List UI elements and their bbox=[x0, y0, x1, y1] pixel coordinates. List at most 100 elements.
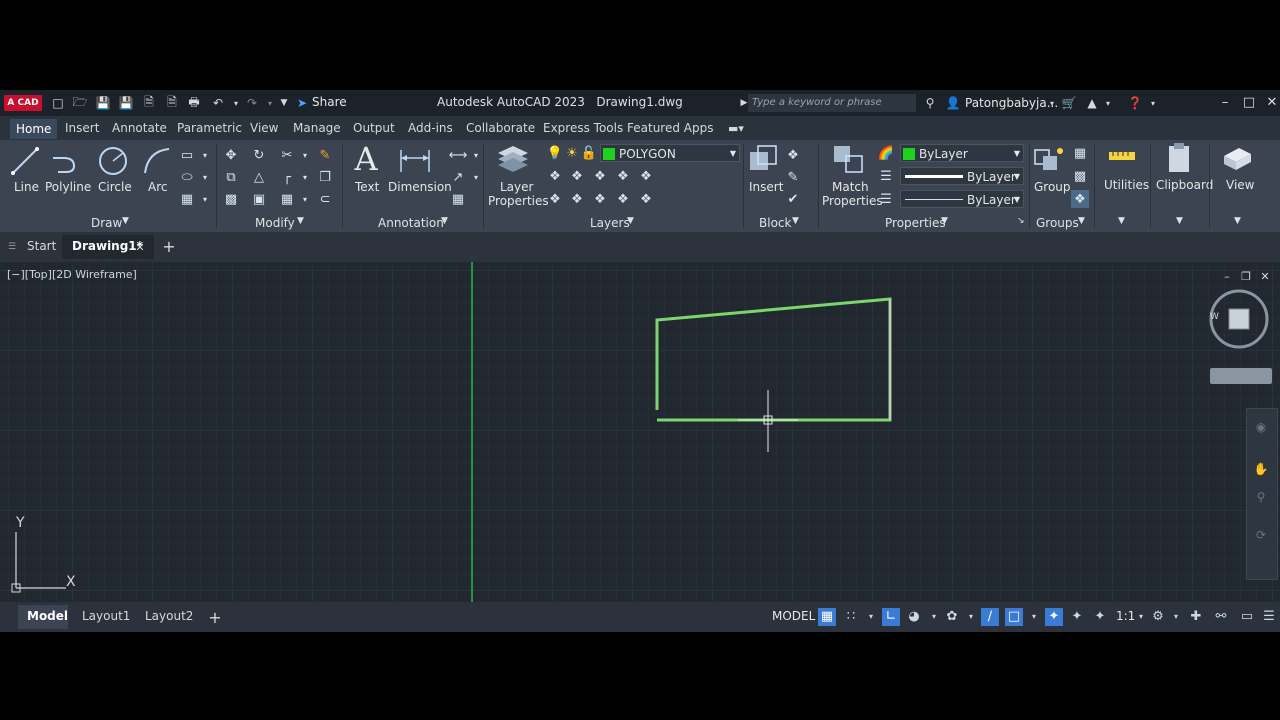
tab-view[interactable]: View bbox=[250, 121, 278, 135]
clipboard-dropdown-icon[interactable]: ▼ bbox=[1176, 216, 1183, 226]
ellipse-icon[interactable]: ⬭ bbox=[178, 168, 196, 186]
grid-icon[interactable]: ▦ bbox=[818, 608, 836, 626]
trim-dropdown-icon[interactable]: ▾ bbox=[296, 146, 314, 164]
group-edit-icon[interactable]: ▩ bbox=[1071, 167, 1089, 185]
workspace-gear-icon[interactable]: ⚙ bbox=[1149, 608, 1167, 626]
layer-unlock-icon[interactable]: 🔓 bbox=[580, 144, 598, 162]
view-dropdown-icon[interactable]: ▼ bbox=[1234, 216, 1241, 226]
tab-parametric[interactable]: Parametric bbox=[177, 121, 242, 135]
save-to-web-icon[interactable]: 🗎 bbox=[164, 95, 180, 111]
draw-panel-label[interactable]: Draw bbox=[91, 216, 122, 230]
customize-toolbar-icon[interactable]: ▼ bbox=[276, 95, 292, 111]
ungroup-icon[interactable]: ▦ bbox=[1071, 144, 1089, 162]
layer-tool-icon[interactable]: ❖ bbox=[546, 190, 564, 208]
mirror-icon[interactable]: △ bbox=[250, 168, 268, 186]
layer-tool-icon[interactable]: ❖ bbox=[568, 167, 586, 185]
open-from-web-icon[interactable]: 🗎 bbox=[141, 95, 157, 111]
insert-button[interactable]: Insert bbox=[749, 180, 783, 194]
polar-tracking-icon[interactable]: ◕ bbox=[905, 608, 923, 626]
leader-icon[interactable]: ↗ bbox=[449, 168, 467, 186]
layer-tool-icon[interactable]: ❖ bbox=[591, 167, 609, 185]
lineweight-dropdown[interactable]: ByLayer ▼ bbox=[900, 167, 1024, 185]
tab-insert[interactable]: Insert bbox=[65, 121, 99, 135]
view-button[interactable]: View bbox=[1226, 178, 1254, 192]
scale-dropdown-icon[interactable]: ▾ bbox=[1132, 608, 1150, 626]
lineweight-icon[interactable]: ☰ bbox=[877, 167, 895, 185]
layer-tool-icon[interactable]: ❖ bbox=[637, 190, 655, 208]
group-button[interactable]: Group bbox=[1034, 180, 1071, 194]
save-icon[interactable]: 💾 bbox=[95, 95, 111, 111]
tab-express-tools[interactable]: Express Tools bbox=[543, 121, 623, 135]
workspace-dropdown-icon[interactable]: ▾ bbox=[1167, 608, 1185, 626]
fillet-dropdown-icon[interactable]: ▾ bbox=[296, 168, 314, 186]
hatch-dropdown-icon[interactable]: ▾ bbox=[196, 190, 214, 208]
annotation-panel-label[interactable]: Annotation bbox=[378, 216, 444, 230]
autodesk-a360-icon[interactable]: ▲ bbox=[1084, 95, 1100, 111]
search-input[interactable]: Type a keyword or phrase bbox=[748, 94, 916, 112]
close-tab-icon[interactable]: ✕ bbox=[132, 239, 148, 255]
zoom-icon[interactable]: ⚲ bbox=[1253, 489, 1269, 505]
tab-output[interactable]: Output bbox=[353, 121, 395, 135]
maximize-icon[interactable]: □ bbox=[1239, 93, 1259, 113]
steering-wheel-icon[interactable]: ◉ bbox=[1253, 419, 1269, 435]
viewport-close-icon[interactable]: ✕ bbox=[1257, 268, 1273, 284]
save-as-icon[interactable]: 💾 bbox=[118, 95, 134, 111]
file-tab-start[interactable]: Start bbox=[27, 239, 56, 253]
cart-icon[interactable]: 🛒 bbox=[1061, 95, 1077, 111]
layer-tool-icon[interactable]: ❖ bbox=[568, 190, 586, 208]
fillet-icon[interactable]: ┌ bbox=[278, 168, 296, 186]
color-wheel-icon[interactable]: 🌈 bbox=[877, 144, 895, 162]
layers-panel-dropdown-icon[interactable]: ▼ bbox=[627, 216, 634, 226]
copy-icon[interactable]: ⧉ bbox=[222, 168, 240, 186]
groups-panel-dropdown-icon[interactable]: ▼ bbox=[1078, 216, 1085, 226]
modify-panel-dropdown-icon[interactable]: ▼ bbox=[297, 216, 304, 226]
user-dropdown-icon[interactable]: ▾ bbox=[1044, 95, 1060, 111]
edit-block-icon[interactable]: ✎ bbox=[784, 168, 802, 186]
linear-dimension-icon[interactable]: ⟷ bbox=[449, 146, 468, 164]
ortho-icon[interactable]: ∟ bbox=[882, 608, 900, 626]
annotation-visibility-icon[interactable]: ✦ bbox=[1045, 608, 1063, 626]
ribbon-toggle-icon[interactable]: ▬▾ bbox=[728, 120, 744, 136]
layers-panel-label[interactable]: Layers bbox=[590, 216, 630, 230]
layer-on-icon[interactable]: 💡 bbox=[546, 144, 564, 162]
add-layout-icon[interactable]: + bbox=[207, 608, 223, 627]
share-icon[interactable]: ➤ bbox=[294, 95, 310, 111]
move-icon[interactable]: ✥ bbox=[222, 146, 240, 164]
color-dropdown[interactable]: ByLayer ▼ bbox=[900, 144, 1024, 162]
layer-tool-icon[interactable]: ❖ bbox=[591, 190, 609, 208]
drawn-polygon[interactable] bbox=[655, 297, 892, 422]
isodraft-icon[interactable]: ✿ bbox=[943, 608, 961, 626]
viewcube[interactable]: W bbox=[1208, 288, 1270, 350]
viewport-minimize-icon[interactable]: – bbox=[1219, 268, 1235, 284]
text-button[interactable]: Text bbox=[355, 180, 379, 194]
help-icon[interactable]: ❓ bbox=[1127, 95, 1143, 111]
undo-dropdown-icon[interactable]: ▾ bbox=[228, 95, 244, 111]
layer-tool-icon[interactable]: ❖ bbox=[637, 167, 655, 185]
layer-properties-label-2[interactable]: Properties bbox=[488, 194, 549, 208]
tab-annotate[interactable]: Annotate bbox=[112, 121, 167, 135]
modify-panel-label[interactable]: Modify bbox=[255, 216, 295, 230]
print-icon[interactable]: 🖶 bbox=[186, 95, 202, 111]
array-dropdown-icon[interactable]: ▾ bbox=[296, 190, 314, 208]
isodraft-dropdown-icon[interactable]: ▾ bbox=[962, 608, 980, 626]
dimension-button[interactable]: Dimension bbox=[388, 180, 452, 194]
circle-button[interactable]: Circle bbox=[98, 180, 132, 194]
user-icon[interactable]: 👤 bbox=[945, 95, 961, 111]
open-folder-icon[interactable]: 🗁 bbox=[72, 95, 88, 111]
arc-button[interactable]: Arc bbox=[148, 180, 167, 194]
linetype-dropdown[interactable]: ByLayer ▼ bbox=[900, 190, 1024, 208]
object-snap-dropdown-icon[interactable]: ▾ bbox=[1025, 608, 1043, 626]
utilities-button[interactable]: Utilities bbox=[1104, 178, 1149, 192]
tab-home[interactable]: Home bbox=[10, 119, 58, 139]
minimize-icon[interactable]: – bbox=[1215, 93, 1235, 113]
search-icon[interactable]: ⚲ bbox=[922, 95, 938, 111]
wcs-menu-icon[interactable] bbox=[1210, 368, 1272, 384]
match-properties-label-2[interactable]: Properties bbox=[822, 194, 883, 208]
layout1-tab[interactable]: Layout1 bbox=[82, 609, 130, 623]
properties-panel-dropdown-icon[interactable]: ▼ bbox=[941, 216, 948, 226]
match-properties-label-1[interactable]: Match bbox=[832, 180, 869, 194]
block-panel-dropdown-icon[interactable]: ▼ bbox=[792, 216, 799, 226]
pan-icon[interactable]: ✋ bbox=[1253, 461, 1269, 477]
share-button[interactable]: Share bbox=[312, 95, 347, 109]
isolate-objects-icon[interactable]: ⚯ bbox=[1212, 608, 1230, 626]
